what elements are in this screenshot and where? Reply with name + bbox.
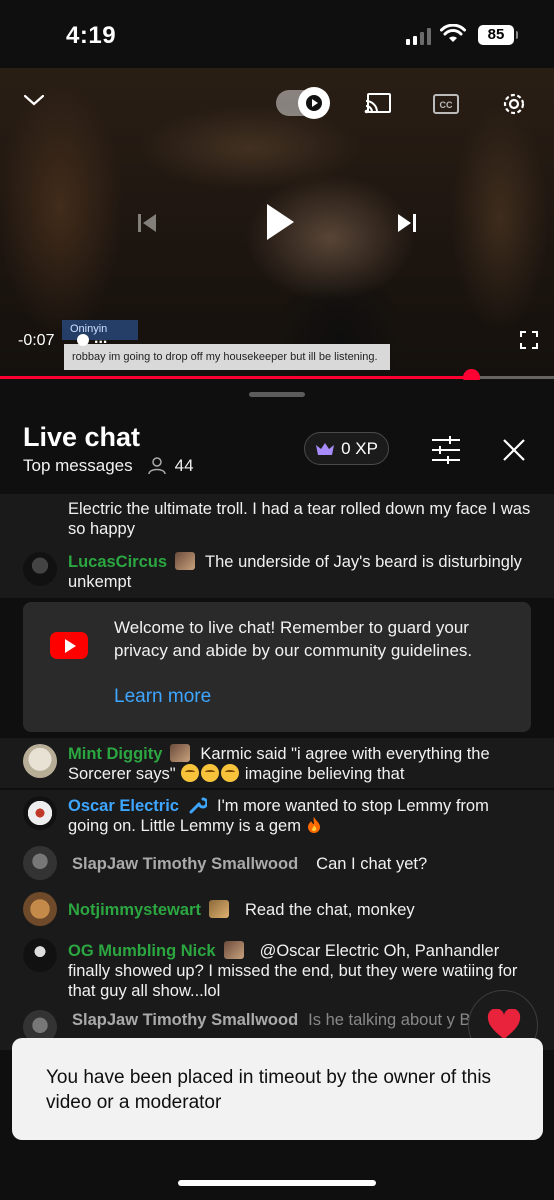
filter-icon[interactable] xyxy=(428,434,464,466)
home-indicator[interactable] xyxy=(178,1180,376,1186)
captions-icon[interactable]: CC xyxy=(432,92,460,116)
chat-message[interactable]: SlapJaw Timothy Smallwood Can I chat yet? xyxy=(0,840,554,886)
chat-message[interactable]: OG Mumbling Nick @Oscar Electric Oh, Panh… xyxy=(0,932,554,1004)
message-author[interactable]: LucasCircus xyxy=(68,553,167,571)
member-badge-icon xyxy=(223,941,244,959)
message-text: Can I chat yet? xyxy=(316,855,428,873)
drag-handle[interactable] xyxy=(249,392,305,397)
xp-button[interactable]: 0 XP xyxy=(304,432,389,465)
close-icon[interactable] xyxy=(496,432,532,468)
avatar[interactable] xyxy=(23,938,57,972)
message-author[interactable]: SlapJaw Timothy Smallwood xyxy=(72,855,298,873)
person-icon xyxy=(147,457,166,475)
avatar[interactable] xyxy=(23,744,57,778)
chapter-dot xyxy=(77,334,89,346)
progress-fill xyxy=(0,376,471,379)
member-badge-icon xyxy=(170,744,191,762)
clock: 4:19 xyxy=(66,22,117,49)
chat-message[interactable]: Electric the ultimate troll. I had a tea… xyxy=(0,494,554,546)
viewer-count: 44 xyxy=(147,456,194,476)
wifi-icon xyxy=(440,24,466,42)
chat-message[interactable]: LucasCircus The underside of Jay's beard … xyxy=(0,546,554,598)
chat-message[interactable]: Oscar Electric I'm more wanted to stop Le… xyxy=(0,790,554,840)
next-icon[interactable] xyxy=(396,211,418,235)
chat-mode-selector[interactable]: Top messages 44 xyxy=(23,456,194,476)
viewer-count-value: 44 xyxy=(174,456,194,475)
message-text: Electric the ultimate troll. I had a tea… xyxy=(68,500,531,538)
message-author[interactable]: Oscar Electric xyxy=(68,797,179,815)
play-icon[interactable] xyxy=(264,202,296,242)
member-badge-icon xyxy=(175,552,196,570)
chat-message[interactable]: Mint Diggity Karmic said "i agree with ev… xyxy=(0,738,554,788)
xp-label: 0 XP xyxy=(341,438,378,458)
settings-icon[interactable] xyxy=(499,89,529,119)
message-text: imagine believing that xyxy=(244,765,405,783)
avatar[interactable] xyxy=(23,552,57,586)
fullscreen-icon[interactable] xyxy=(519,330,539,350)
avatar[interactable] xyxy=(23,846,57,880)
remaining-time: -0:07 xyxy=(18,332,55,349)
youtube-logo-icon xyxy=(50,632,88,659)
timeout-toast: You have been placed in timeout by the o… xyxy=(12,1038,543,1140)
cellular-signal-icon xyxy=(406,28,431,45)
message-author[interactable]: SlapJaw Timothy Smallwood xyxy=(72,1011,298,1029)
chat-message[interactable]: Notjimmystewart Read the chat, monkey xyxy=(0,886,554,932)
emoji-icon xyxy=(181,764,200,782)
previous-icon[interactable] xyxy=(136,211,158,235)
autoplay-icon xyxy=(298,87,330,119)
learn-more-link[interactable]: Learn more xyxy=(114,686,211,708)
avatar[interactable] xyxy=(23,796,57,830)
fire-emoji-icon xyxy=(307,817,320,833)
crown-icon xyxy=(316,442,335,455)
message-author[interactable]: Notjimmystewart xyxy=(68,901,201,919)
moderator-wrench-icon xyxy=(189,797,209,814)
welcome-text: Welcome to live chat! Remember to guard … xyxy=(114,618,473,660)
more-dots: ... xyxy=(94,330,108,347)
overlay-message: robbay im going to drop off my housekeep… xyxy=(64,344,390,370)
chat-mode-label: Top messages xyxy=(23,456,133,475)
chat-title: Live chat xyxy=(23,422,141,452)
emoji-icon xyxy=(221,764,240,782)
message-text: Read the chat, monkey xyxy=(244,901,415,919)
progress-bar[interactable] xyxy=(0,369,554,386)
cast-icon[interactable] xyxy=(364,92,392,116)
message-text: Is he talking about y Bob? xyxy=(308,1011,474,1029)
message-author[interactable]: OG Mumbling Nick xyxy=(68,942,216,960)
emoji-icon xyxy=(201,764,220,782)
message-author[interactable]: Mint Diggity xyxy=(68,745,162,763)
status-bar: 4:19 85 xyxy=(0,0,554,68)
member-badge-icon xyxy=(208,900,229,918)
video-player[interactable]: CC Oninyin robbay im going to drop off m… xyxy=(0,68,554,380)
chevron-down-icon[interactable] xyxy=(22,92,46,108)
battery-icon: 85 xyxy=(478,25,518,45)
svg-text:CC: CC xyxy=(440,100,453,110)
autoplay-toggle[interactable] xyxy=(276,87,330,119)
avatar[interactable] xyxy=(23,892,57,926)
welcome-banner: Welcome to live chat! Remember to guard … xyxy=(23,602,531,732)
